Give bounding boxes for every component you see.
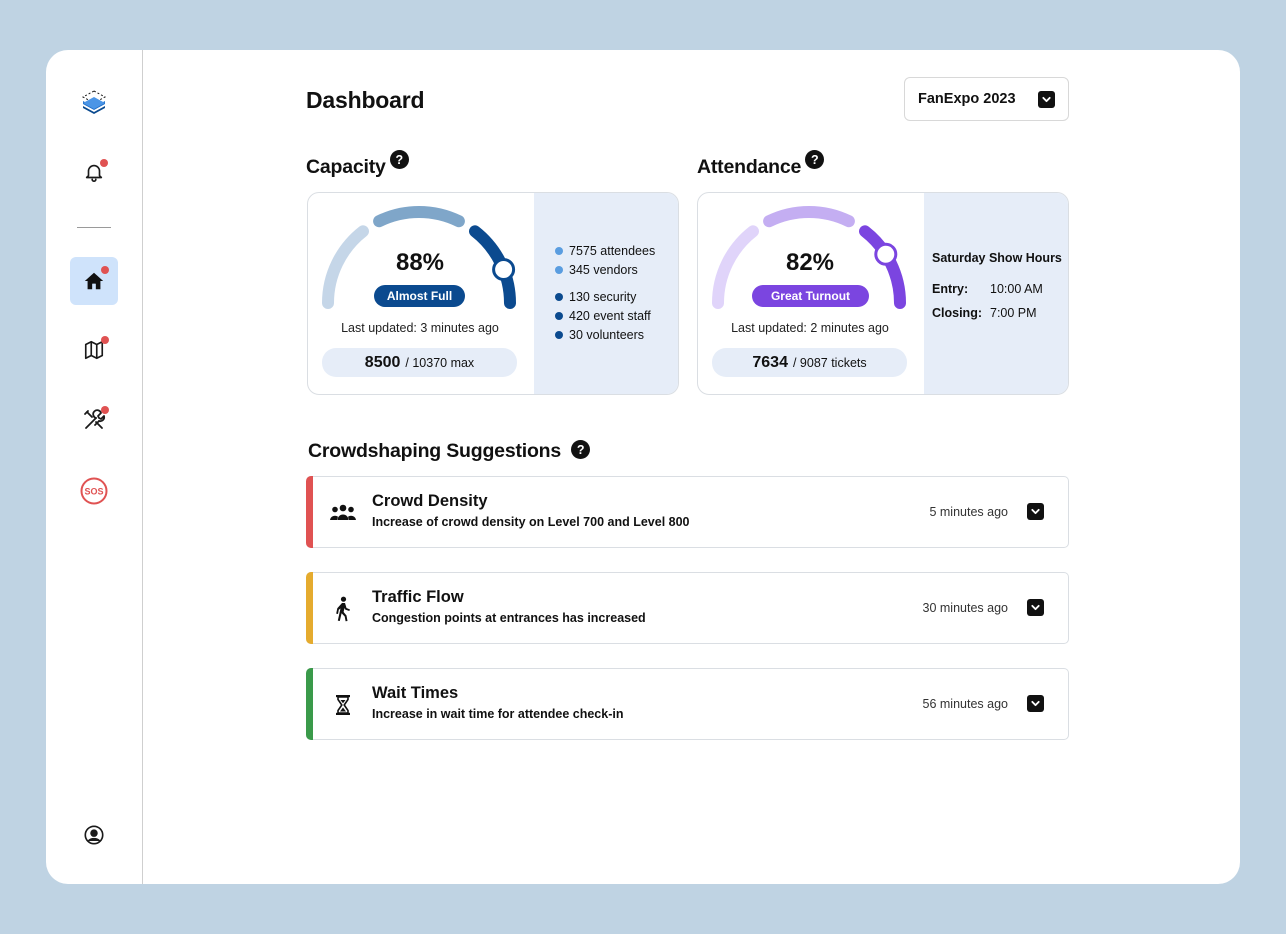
legend-bullet <box>555 265 563 274</box>
suggestion-traffic-flow[interactable]: Traffic Flow Congestion points at entran… <box>306 572 1069 644</box>
suggestion-title: Wait Times <box>372 684 459 702</box>
suggestion-wait-times[interactable]: Wait Times Increase in wait time for att… <box>306 668 1069 740</box>
notifications-button[interactable] <box>70 148 118 196</box>
attendance-title: Attendance <box>697 156 802 178</box>
suggestion-title: Crowd Density <box>372 492 488 510</box>
suggestion-description: Increase of crowd density on Level 700 a… <box>372 515 690 529</box>
attendance-last-updated: Last updated: 2 minutes ago <box>731 321 889 335</box>
entry-time: 10:00 AM <box>990 282 1043 296</box>
legend-item: 420 event staff <box>555 306 651 325</box>
capacity-legend-bottom: 130 security 420 event staff 30 voluntee… <box>555 287 651 344</box>
suggestions-help-icon[interactable]: ? <box>571 440 591 459</box>
suggestion-time: 56 minutes ago <box>922 697 1008 711</box>
closing-label: Closing: <box>932 306 982 320</box>
legend-item: 30 volunteers <box>555 325 651 344</box>
main-content: Dashboard FanExpo 2023 Capacity ? Attend… <box>306 50 1070 884</box>
legend-attendees: 7575 attendees <box>569 243 656 258</box>
attendance-gauge-area: 82% Great Turnout Last updated: 2 minute… <box>698 193 924 394</box>
legend-bullet <box>555 330 563 339</box>
legend-bullet <box>555 311 563 320</box>
legend-bullet <box>555 246 563 255</box>
suggestions-title: Crowdshaping Suggestions <box>308 440 562 462</box>
walking-person-icon <box>328 595 358 623</box>
home-alert-badge <box>101 266 109 274</box>
event-select-value: FanExpo 2023 <box>918 91 1016 107</box>
legend-event-staff: 420 event staff <box>569 308 651 323</box>
severity-bar <box>306 476 313 548</box>
entry-row: Entry: 10:00 AM <box>932 282 1043 296</box>
capacity-status-badge: Almost Full <box>374 285 465 307</box>
chevron-down-icon <box>1038 90 1055 108</box>
sidebar: SOS <box>46 50 143 884</box>
attendance-gauge-segment-mid <box>763 206 855 228</box>
attendance-heading: Attendance ? <box>697 150 825 179</box>
suggestion-title: Traffic Flow <box>372 588 464 606</box>
stacked-layers-logo-icon <box>81 90 107 114</box>
legend-item: 130 security <box>555 287 651 306</box>
suggestion-time: 5 minutes ago <box>929 505 1008 519</box>
capacity-title: Capacity <box>306 156 386 178</box>
app-window: SOS Dashboard FanExpo 2023 Capacity ? At… <box>46 50 1240 884</box>
page-title: Dashboard <box>306 87 425 113</box>
capacity-card: 88% Almost Full Last updated: 3 minutes … <box>307 192 679 395</box>
sidebar-item-tools[interactable] <box>70 396 118 444</box>
legend-item: 345 vendors <box>555 260 655 279</box>
attendance-help-icon[interactable]: ? <box>805 150 825 169</box>
people-group-icon <box>328 499 358 527</box>
legend-item: 7575 attendees <box>555 241 655 260</box>
suggestion-time: 30 minutes ago <box>922 601 1008 615</box>
attendance-count-tickets: / 9087 tickets <box>792 355 867 370</box>
capacity-count-value: 8500 <box>364 353 401 371</box>
suggestion-description: Congestion points at entrances has incre… <box>372 611 646 625</box>
legend-bullet <box>555 292 563 301</box>
capacity-count-max: / 10370 max <box>405 355 475 370</box>
hourglass-icon <box>328 691 358 719</box>
map-alert-badge <box>101 336 109 344</box>
event-select[interactable]: FanExpo 2023 <box>904 77 1069 121</box>
show-hours-title: Saturday Show Hours <box>932 251 1062 265</box>
capacity-gauge-area: 88% Almost Full Last updated: 3 minutes … <box>308 193 534 394</box>
severity-bar <box>306 668 313 740</box>
capacity-percent: 88% <box>395 249 445 276</box>
attendance-status-badge: Great Turnout <box>752 285 869 307</box>
sidebar-divider <box>77 227 111 228</box>
capacity-legend-top: 7575 attendees 345 vendors <box>555 241 655 279</box>
suggestion-description: Increase in wait time for attendee check… <box>372 707 624 721</box>
sos-icon: SOS <box>80 477 108 505</box>
suggestions-heading: Crowdshaping Suggestions ? <box>308 440 591 463</box>
sidebar-item-map[interactable] <box>70 326 118 374</box>
sos-label: SOS <box>84 487 103 497</box>
capacity-heading: Capacity ? <box>306 150 409 179</box>
user-circle-icon <box>84 825 104 845</box>
home-icon <box>84 272 104 290</box>
profile-button[interactable] <box>70 811 118 859</box>
suggestion-crowd-density[interactable]: Crowd Density Increase of crowd density … <box>306 476 1069 548</box>
attendance-percent: 82% <box>785 249 835 276</box>
attendance-count: 7634 / 9087 tickets <box>712 348 907 377</box>
severity-bar <box>306 572 313 644</box>
attendance-card: 82% Great Turnout Last updated: 2 minute… <box>697 192 1069 395</box>
closing-row: Closing: 7:00 PM <box>932 306 1037 320</box>
sos-button[interactable]: SOS <box>70 467 118 515</box>
notification-badge <box>100 159 108 167</box>
show-hours-panel: Saturday Show Hours Entry: 10:00 AM Clos… <box>924 193 1068 394</box>
app-logo[interactable] <box>70 78 118 126</box>
tools-alert-badge <box>101 406 109 414</box>
capacity-count: 8500 / 10370 max <box>322 348 517 377</box>
chevron-down-icon[interactable] <box>1027 503 1044 520</box>
chevron-down-icon[interactable] <box>1027 599 1044 616</box>
entry-label: Entry: <box>932 282 969 296</box>
capacity-breakdown-panel: 7575 attendees 345 vendors 130 security … <box>534 193 678 394</box>
capacity-last-updated: Last updated: 3 minutes ago <box>341 321 499 335</box>
attendance-count-value: 7634 <box>752 353 788 371</box>
legend-volunteers: 30 volunteers <box>569 327 645 342</box>
legend-vendors: 345 vendors <box>569 262 638 277</box>
capacity-gauge-segment-mid <box>373 206 465 228</box>
sidebar-item-home[interactable] <box>70 257 118 305</box>
capacity-help-icon[interactable]: ? <box>389 150 409 169</box>
closing-time: 7:00 PM <box>990 306 1037 320</box>
legend-security: 130 security <box>569 289 637 304</box>
chevron-down-icon[interactable] <box>1027 695 1044 712</box>
